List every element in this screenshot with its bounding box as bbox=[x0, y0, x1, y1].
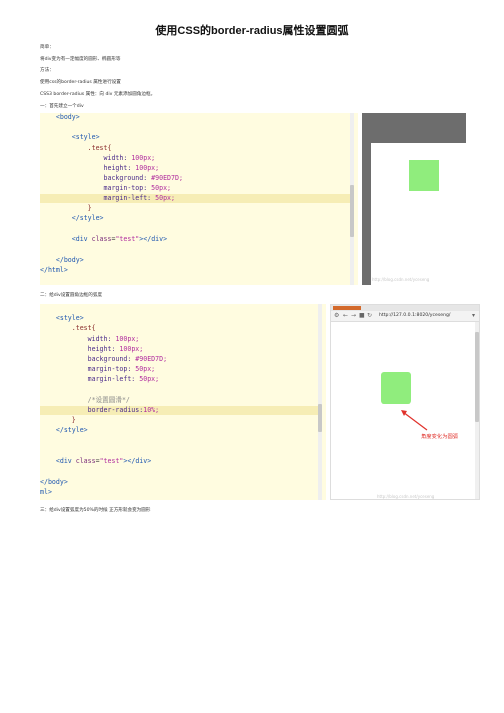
code2-line-8: /*设置圆滑*/ bbox=[40, 396, 130, 404]
green-rounded-square bbox=[381, 372, 411, 404]
code1-line-5: height: 100px; bbox=[40, 164, 160, 172]
code2-line-6: margin-top: 50px; bbox=[40, 365, 156, 373]
browser-preview-2: ⚙ ← → ■ ↻ http://127.0.0.1:8020/yceseng/… bbox=[330, 304, 480, 500]
code2-line-12: <div class="test"></div> bbox=[40, 457, 152, 465]
code2-scrollbar[interactable] bbox=[318, 304, 322, 500]
code2-scroll-thumb[interactable] bbox=[318, 404, 322, 432]
browser2-scrollbar[interactable] bbox=[475, 322, 479, 499]
back-icon[interactable]: ← bbox=[343, 312, 348, 320]
code2-line-7: margin-left: 50px; bbox=[40, 375, 160, 383]
watermark-1: http://blog.csdn.net/yceseng bbox=[372, 277, 430, 282]
code1-line-6: background: #90ED7D; bbox=[40, 174, 183, 182]
code-editor-1: <body> <style> .test{ width: 100px; heig… bbox=[40, 113, 358, 285]
code2-line-2: .test{ bbox=[40, 324, 96, 332]
green-square bbox=[409, 160, 439, 191]
code2-line-14: ml> bbox=[40, 488, 52, 496]
address-bar[interactable]: http://127.0.0.1:8020/yceseng/ bbox=[379, 313, 450, 318]
code1-line-10: </style> bbox=[40, 214, 104, 222]
browser2-scroll-thumb[interactable] bbox=[475, 332, 479, 422]
code2-line-5: background: #90ED7D; bbox=[40, 355, 168, 363]
code1-scroll-thumb[interactable] bbox=[350, 185, 354, 237]
code1-line-1: <body> bbox=[40, 113, 80, 121]
page-title: 使用CSS的border-radius属性设置圆弧 bbox=[155, 25, 349, 37]
browser2-viewport: 角度变化为圆弧 http://blog.csdn.net/yceseng bbox=[337, 322, 475, 499]
annotation-text: 角度变化为圆弧 bbox=[421, 434, 459, 440]
intro-line-3: 方法： bbox=[40, 68, 54, 73]
code1-line-9: } bbox=[40, 204, 92, 212]
code2-line-1: <style> bbox=[40, 314, 84, 322]
code1-line-11: <div class="test"></div> bbox=[40, 235, 168, 243]
code2-line-10: } bbox=[40, 416, 76, 424]
settings-icon[interactable]: ⚙ bbox=[334, 312, 339, 320]
code2-line-4: height: 100px; bbox=[40, 345, 144, 353]
intro-line-1: 简单： bbox=[40, 45, 54, 50]
code1-line-2: <style> bbox=[40, 133, 100, 141]
code1-line-4: width: 100px; bbox=[40, 154, 156, 162]
stop-icon[interactable]: ■ bbox=[359, 312, 365, 320]
code2-line-3: width: 100px; bbox=[40, 335, 140, 343]
forward-icon[interactable]: → bbox=[351, 312, 356, 320]
chevron-down-icon[interactable]: ▾ bbox=[472, 312, 475, 320]
annotation-arrow-icon bbox=[401, 410, 428, 431]
code1-line-8: margin-left: 50px; bbox=[40, 194, 350, 203]
step-3-heading: 三：给div设置弧度为50%的时候 正方形就会变为圆形 bbox=[40, 508, 151, 513]
code2-line-9: border-radius:10%; bbox=[40, 406, 318, 415]
browser2-toolbar: ⚙ ← → ■ ↻ http://127.0.0.1:8020/yceseng/… bbox=[331, 311, 479, 322]
intro-line-4: 使用css的border-radius 属性进行设置 bbox=[40, 80, 121, 85]
refresh-icon[interactable]: ↻ bbox=[367, 312, 372, 320]
intro-line-5: CSS3 border-radius 属性：向 div 元素添加圆角边框。 bbox=[40, 92, 156, 97]
code1-scrollbar[interactable] bbox=[350, 113, 354, 285]
intro-line-2: 将div变为有一定幅度的圆形、椭圆形等 bbox=[40, 57, 121, 62]
code2-line-13: </body> bbox=[40, 478, 68, 486]
code1-line-3: .test{ bbox=[40, 144, 112, 152]
code-editor-2: <style> .test{ width: 100px; height: 100… bbox=[40, 304, 326, 500]
browser1-viewport: http://blog.csdn.net/yceseng bbox=[371, 143, 466, 285]
browser2-active-tab[interactable] bbox=[333, 306, 361, 310]
code1-line-12: </body> bbox=[40, 256, 84, 264]
browser-preview-1: http://blog.csdn.net/yceseng bbox=[362, 113, 466, 285]
code1-line-7: margin-top: 50px; bbox=[40, 184, 172, 192]
code2-line-11: </style> bbox=[40, 426, 88, 434]
code1-line-13: </html> bbox=[40, 266, 68, 274]
step-2-heading: 二：给div设置圆角边框的弧度 bbox=[40, 293, 103, 298]
step-1-heading: 一：首先建立一个div bbox=[40, 104, 84, 109]
watermark-2: http://blog.csdn.net/yceseng bbox=[377, 494, 435, 499]
